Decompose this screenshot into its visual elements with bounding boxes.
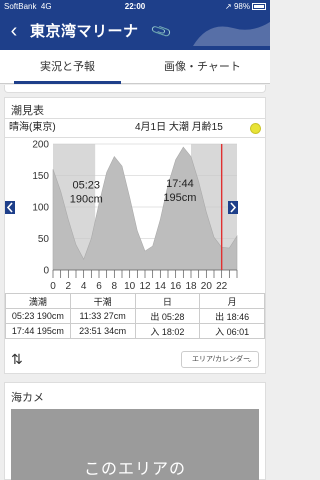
battery-indicator: ↗ 98% bbox=[225, 0, 266, 14]
y-tick-label: 0 bbox=[43, 266, 49, 277]
whale-logo-icon bbox=[193, 21, 270, 46]
table-cell: 11:33 27cm bbox=[69, 308, 136, 324]
x-tick-label: 6 bbox=[96, 281, 102, 290]
x-tick-label: 0 bbox=[50, 281, 56, 290]
tab-forecast[interactable]: 実況と予報 bbox=[0, 50, 135, 84]
y-tick-label: 150 bbox=[32, 171, 49, 182]
camera-section-title: 海カメ bbox=[11, 392, 44, 404]
page-title: 東京湾マリーナ bbox=[30, 23, 139, 40]
table-header-sun: 日 bbox=[134, 293, 201, 309]
x-tick-label: 4 bbox=[81, 281, 87, 290]
x-tick-label: 12 bbox=[139, 281, 151, 290]
tide-controls: ⇅ エリア/カレンダー ⌄ bbox=[5, 348, 265, 374]
swap-vertical-icon[interactable]: ⇅ bbox=[11, 351, 23, 368]
annotation-height: 195cm bbox=[163, 192, 196, 204]
table-cell: 23:51 34cm bbox=[69, 323, 136, 339]
x-tick-label: 20 bbox=[201, 281, 213, 290]
camera-image[interactable]: このエリアの bbox=[11, 409, 259, 480]
nav-bar: ‹ 東京湾マリーナ 📎 bbox=[0, 14, 270, 50]
tab-images-charts[interactable]: 画像・チャート bbox=[135, 50, 270, 84]
table-header-high-tide: 満潮 bbox=[5, 293, 71, 309]
table-header-low-tide: 干潮 bbox=[69, 293, 136, 309]
tide-date-info: 4月1日 大潮 月齢15 bbox=[135, 122, 223, 133]
battery-icon bbox=[252, 3, 266, 10]
table-cell: 入 18:02 bbox=[134, 323, 201, 339]
tide-info-bar: 晴海(東京) 4月1日 大潮 月齢15 bbox=[5, 118, 265, 138]
tide-section-title: 潮見表 bbox=[11, 105, 44, 117]
table-cell: 05:23 190cm bbox=[5, 308, 71, 324]
next-day-button[interactable] bbox=[228, 201, 238, 214]
table-cell: 出 18:46 bbox=[199, 308, 265, 324]
tab-bar: 実況と予報 画像・チャート bbox=[0, 50, 270, 84]
previous-card-edge bbox=[4, 85, 266, 93]
x-tick-label: 22 bbox=[216, 281, 228, 290]
x-tick-label: 2 bbox=[66, 281, 72, 290]
camera-overlay-text: このエリアの bbox=[83, 461, 186, 478]
annotation-height: 190cm bbox=[70, 193, 103, 205]
table-row: 05:23 190cm 11:33 27cm 出 05:28 出 18:46 bbox=[5, 308, 265, 324]
moon-icon bbox=[250, 123, 261, 134]
table-row: 17:44 195cm 23:51 34cm 入 18:02 入 06:01 bbox=[5, 323, 265, 339]
x-tick-label: 16 bbox=[170, 281, 182, 290]
table-cell: 17:44 195cm bbox=[5, 323, 71, 339]
paperclip-icon[interactable]: 📎 bbox=[150, 20, 174, 43]
status-bar: SoftBank 4G 22:00 ↗ 98% bbox=[0, 0, 270, 14]
tide-table: 満潮 干潮 日 月 05:23 190cm 11:33 27cm 出 05:28… bbox=[5, 293, 265, 339]
area-calendar-dropdown[interactable]: エリア/カレンダー ⌄ bbox=[181, 351, 259, 368]
annotation-time: 17:44 bbox=[166, 178, 194, 190]
x-tick-label: 14 bbox=[155, 281, 167, 290]
x-tick-label: 10 bbox=[124, 281, 136, 290]
y-tick-label: 50 bbox=[38, 234, 50, 245]
table-cell: 入 06:01 bbox=[199, 323, 265, 339]
table-cell: 出 05:28 bbox=[134, 308, 201, 324]
y-tick-label: 200 bbox=[32, 140, 49, 151]
tide-chart[interactable]: 0 50 100 150 200 0 2 4 6 8 10 12 14 16 18 20 22 05:23 190c… bbox=[5, 140, 265, 290]
x-tick-label: 8 bbox=[112, 281, 118, 290]
y-tick-label: 100 bbox=[32, 203, 49, 214]
sea-camera-card: 海カメ このエリアの bbox=[4, 382, 266, 480]
chevron-down-icon: ⌄ bbox=[246, 355, 253, 364]
prev-day-button[interactable] bbox=[5, 201, 15, 214]
tide-card: 潮見表 晴海(東京) 4月1日 大潮 月齢15 0 50 100 150 200 0 2 4 6… bbox=[4, 97, 266, 374]
annotation-time: 05:23 bbox=[72, 179, 100, 191]
back-button[interactable]: ‹ bbox=[6, 19, 22, 43]
table-header-moon: 月 bbox=[199, 293, 265, 309]
x-tick-label: 18 bbox=[185, 281, 197, 290]
tide-location: 晴海(東京) bbox=[9, 122, 56, 133]
